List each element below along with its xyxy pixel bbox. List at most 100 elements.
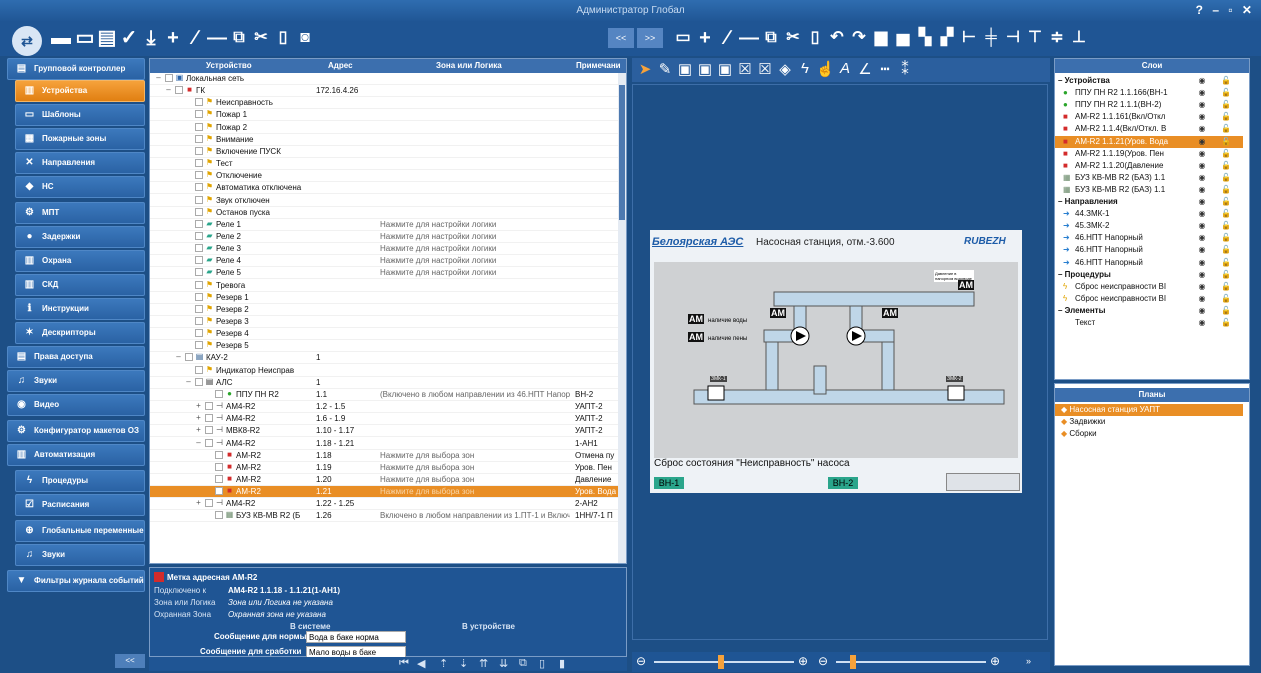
col-address[interactable]: Адрес (328, 61, 353, 70)
layer-item[interactable]: АМ-R2 1.1.161(Вкл/Откл ■ ◉ 🔓 (1055, 111, 1243, 123)
lock-icon[interactable]: 🔓 (1221, 87, 1231, 99)
visibility-eye-icon[interactable]: ◉ (1197, 293, 1207, 305)
layer-item[interactable]: Сброс неисправности ВІ ϟ ◉ 🔓 (1055, 281, 1243, 293)
collapse-sidebar-button[interactable]: << (115, 654, 145, 668)
vn2-badge[interactable]: ВН-2 (828, 477, 858, 489)
tree-row[interactable]: – ▤ КАУ-2 1 (150, 352, 618, 365)
tree-row[interactable]: ⚑ Автоматика отключена (150, 182, 618, 195)
visibility-eye-icon[interactable]: ◉ (1197, 257, 1207, 269)
lock-icon[interactable]: 🔓 (1221, 317, 1231, 329)
visibility-eye-icon[interactable]: ◉ (1197, 269, 1207, 281)
row-checkbox[interactable] (205, 414, 213, 423)
row-checkbox[interactable] (195, 341, 203, 350)
move-down-icon[interactable]: ⇣ (459, 657, 468, 670)
device-zone[interactable]: Нажмите для выбора зон (380, 450, 570, 462)
zoom2-thumb[interactable] (850, 655, 856, 669)
tree-row[interactable]: ▰ Реле 4 Нажмите для настройки логики (150, 255, 618, 268)
tree-row[interactable]: + ⊣ АМ4-R2 1.2 - 1.5 УАПТ-2 (150, 401, 618, 414)
am-water-sensor[interactable]: AM (688, 314, 704, 324)
row-checkbox[interactable] (205, 426, 213, 435)
row-checkbox[interactable] (195, 268, 203, 277)
layer-item[interactable]: Текст ◉ 🔓 (1055, 317, 1243, 329)
col-device[interactable]: Устройство (206, 61, 252, 70)
cut-icon[interactable]: ✂ (250, 26, 272, 50)
layer-item[interactable]: 46.НПТ Напорный ➜ ◉ 🔓 (1055, 244, 1243, 256)
visibility-eye-icon[interactable]: ◉ (1197, 136, 1207, 148)
move-top-icon[interactable]: ⇈ (479, 657, 488, 670)
layer-group[interactable]: – Процедуры ◉ 🔓 (1055, 269, 1243, 281)
plan-cut-icon[interactable]: ✂ (782, 26, 804, 50)
layer-item[interactable]: АМ-R2 1.1.4(Вкл/Откл. В ■ ◉ 🔓 (1055, 123, 1243, 135)
device-zone[interactable]: Нажмите для выбора зон (380, 462, 570, 474)
tree-row[interactable]: ■ АМ-R2 1.18 Нажмите для выбора зон Отмена п… (150, 450, 618, 462)
row-checkbox[interactable] (195, 146, 203, 155)
row-checkbox[interactable] (205, 499, 213, 508)
row-checkbox[interactable] (215, 389, 223, 398)
expand-toggle-icon[interactable]: – (194, 438, 203, 447)
open-folder-icon[interactable]: ▭ (74, 26, 96, 50)
device-zone[interactable]: Включено в любом направлении из 1.ПТ-1 и… (380, 510, 570, 522)
expand-toggle-icon[interactable]: – (174, 352, 183, 361)
zoom-slider[interactable] (654, 661, 794, 663)
sidebar-item-19[interactable]: ☑ Расписания (15, 494, 145, 516)
lock-icon[interactable]: 🔓 (1221, 281, 1231, 293)
move-bottom-icon[interactable]: ⇊ (499, 657, 508, 670)
lock-icon[interactable]: 🔓 (1221, 75, 1231, 87)
plan-item[interactable]: ◆ Насосная станция УАПТ (1055, 404, 1243, 416)
am-foam-sensor[interactable]: AM (688, 332, 704, 342)
visibility-eye-icon[interactable]: ◉ (1197, 123, 1207, 135)
align-right-icon[interactable]: ⊣ (1002, 26, 1024, 50)
lock-icon[interactable]: 🔓 (1221, 99, 1231, 111)
layer-item[interactable]: 46.НПТ Напорный ➜ ◉ 🔓 (1055, 232, 1243, 244)
visibility-eye-icon[interactable]: ◉ (1197, 148, 1207, 160)
align-center-icon[interactable]: ╪ (980, 26, 1002, 50)
zone2-tool-icon[interactable]: ▣ (696, 60, 714, 78)
layer-front-icon[interactable]: ▆ (870, 26, 892, 50)
row-checkbox[interactable] (195, 171, 203, 180)
row-checkbox[interactable] (195, 98, 203, 107)
window-controls[interactable]: ? – ▫ ✕ (1196, 3, 1255, 17)
expand-icon[interactable]: » (1026, 656, 1031, 666)
tree-row[interactable]: ⚑ Резерв 5 (150, 340, 618, 353)
tree-row[interactable]: ⚑ Резерв 3 (150, 316, 618, 328)
sidebar-item-4[interactable]: ▦ Пожарные зоны (15, 128, 145, 150)
expand-toggle-icon[interactable]: – (154, 73, 163, 82)
props-connected-value[interactable]: АМ4-R2 1.1.18 - 1.1.21(1-АН1) (228, 586, 340, 595)
redo-icon[interactable]: ↷ (848, 26, 870, 50)
layer-item[interactable]: 44.ЗМК-1 ➜ ◉ 🔓 (1055, 208, 1243, 220)
lock-icon[interactable]: 🔓 (1221, 208, 1231, 220)
row-checkbox[interactable] (195, 231, 203, 240)
plan-new-icon[interactable]: ▭ (672, 26, 694, 50)
zone-tool-icon[interactable]: ▣ (676, 60, 694, 78)
row-checkbox[interactable] (195, 110, 203, 119)
paste-icon[interactable]: ▯ (272, 26, 294, 50)
visibility-eye-icon[interactable]: ◉ (1197, 75, 1207, 87)
tree-row[interactable]: ⚑ Резерв 1 (150, 292, 618, 304)
layer-item[interactable]: ППУ ПН R2 1.1.166(ВН-1 ● ◉ 🔓 (1055, 87, 1243, 99)
row-checkbox[interactable] (195, 244, 203, 253)
row-checkbox[interactable] (195, 159, 203, 168)
props-copy-icon[interactable]: ⧉ (519, 657, 527, 670)
props-zone-value[interactable]: Зона или Логика не указана (228, 598, 333, 607)
remove-icon[interactable]: — (206, 26, 228, 50)
row-checkbox[interactable] (205, 402, 213, 411)
tree-row[interactable]: ⚑ Тест (150, 158, 618, 171)
props-delete-icon[interactable]: ▮ (559, 657, 565, 670)
tree-row[interactable]: ■ АМ-R2 1.19 Нажмите для выбора зон Уров. Пе… (150, 462, 618, 474)
move-up-icon[interactable]: ⇡ (439, 657, 448, 670)
row-checkbox[interactable] (185, 353, 193, 362)
add-icon[interactable]: + (162, 26, 184, 50)
lock-icon[interactable]: 🔓 (1221, 293, 1231, 305)
lock-icon[interactable]: 🔓 (1221, 305, 1231, 317)
sidebar-item-22[interactable]: ▼ Фильтры журнала событий (7, 570, 145, 592)
vn1-badge[interactable]: ВН-1 (654, 477, 684, 489)
row-checkbox[interactable] (205, 438, 213, 447)
row-checkbox[interactable] (175, 86, 183, 95)
hand-tool-icon[interactable]: ☝ (816, 60, 835, 78)
visibility-eye-icon[interactable]: ◉ (1197, 208, 1207, 220)
save-icon[interactable]: ▤ (96, 26, 118, 50)
sidebar-item-14[interactable]: ♫ Звуки (7, 370, 145, 392)
validate-check-icon[interactable]: ✓ (118, 26, 140, 50)
lock-icon[interactable]: 🔓 (1221, 232, 1231, 244)
lock-icon[interactable]: 🔓 (1221, 184, 1231, 196)
